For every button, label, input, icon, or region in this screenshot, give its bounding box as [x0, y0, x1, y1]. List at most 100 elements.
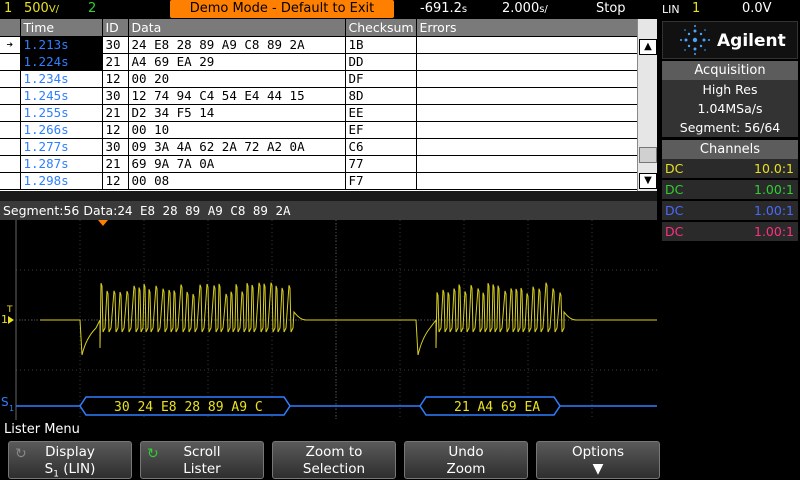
- id-cell: 12: [102, 70, 128, 87]
- channel-probe-ratio: 10.0:1: [754, 159, 794, 179]
- table-row[interactable]: 1.245s 30 12 74 94 C4 54 E4 44 15 8D: [0, 87, 637, 104]
- run-state[interactable]: Stop: [596, 1, 626, 16]
- status-bar: 1 500V/ 2 Demo Mode - Default to Exit -6…: [0, 0, 800, 18]
- table-row[interactable]: 1.277s 30 09 3A 4A 62 2A 72 A2 0A C6: [0, 138, 637, 155]
- checksum-column-header[interactable]: Checksum: [345, 19, 416, 36]
- table-row[interactable]: 1.287s 21 69 9A 7A 0A 77: [0, 155, 637, 172]
- time-offset-unit: s: [462, 4, 467, 15]
- time-cell: 1.266s: [20, 121, 102, 138]
- scroll-thumb[interactable]: [639, 147, 657, 163]
- checksum-cell: 77: [345, 155, 416, 172]
- id-column-header[interactable]: ID: [102, 19, 128, 36]
- softkey-3-line2: Selection: [273, 461, 395, 478]
- lister-header-row: Time ID Data Checksum Errors: [0, 19, 637, 36]
- softkey-5-arrow: ▼: [537, 461, 659, 478]
- table-row[interactable]: ➔ 1.213s 30 24 E8 28 89 A9 C8 89 2A 1B: [0, 36, 637, 53]
- table-row[interactable]: 1.298s 12 00 08 F7: [0, 172, 637, 189]
- brand-logo: Agilent: [662, 21, 798, 59]
- time-cell: 1.213s: [20, 36, 102, 53]
- softkey-2-line2: Lister: [141, 461, 263, 478]
- serial-bus-label: S: [1, 395, 9, 409]
- agilent-spark-icon: [675, 23, 715, 57]
- lister-table[interactable]: Time ID Data Checksum Errors ➔ 1.213s 30 24…: [0, 19, 657, 191]
- options-softkey[interactable]: Options ▼: [536, 441, 660, 479]
- trigger-type[interactable]: LIN: [662, 3, 680, 16]
- row-marker-cell: [0, 121, 20, 138]
- time-offset-value: -691.2: [420, 1, 462, 16]
- time-offset[interactable]: -691.2s: [420, 1, 467, 16]
- sample-rate: 1.04MSa/s: [662, 99, 798, 118]
- id-cell: 21: [102, 53, 128, 70]
- channel-probe-ratio: 1.00:1: [754, 201, 794, 221]
- data-cell: A4 69 EA 29: [128, 53, 345, 70]
- demo-mode-banner[interactable]: Demo Mode - Default to Exit: [170, 0, 394, 18]
- softkey-2-line1: Scroll: [141, 444, 263, 461]
- checksum-cell: EF: [345, 121, 416, 138]
- id-cell: 21: [102, 104, 128, 121]
- rotate-knob-icon: ↻: [147, 446, 159, 463]
- menu-title: Lister Menu: [0, 421, 800, 439]
- scroll-up-icon[interactable]: ▲: [639, 39, 657, 55]
- id-cell: 12: [102, 121, 128, 138]
- channel-probe-ratio: 1.00:1: [754, 222, 794, 242]
- lister-scrollbar[interactable]: ▲ ▼: [637, 19, 657, 191]
- channel-2-row[interactable]: DC 1.00:1: [662, 180, 798, 200]
- softkey-1-line2-main: S: [45, 461, 54, 477]
- softkey-1-line1: Display: [9, 444, 131, 461]
- errors-cell: [416, 104, 637, 121]
- scroll-down-icon[interactable]: ▼: [639, 173, 657, 189]
- table-row[interactable]: 1.224s 21 A4 69 EA 29 DD: [0, 53, 637, 70]
- row-marker-cell: [0, 172, 20, 189]
- channel1-scale[interactable]: 500V/: [24, 1, 59, 16]
- data-cell: 69 9A 7A 0A: [128, 155, 345, 172]
- data-cell: 00 10: [128, 121, 345, 138]
- channel-3-row[interactable]: DC 1.00:1: [662, 201, 798, 221]
- waveform-svg: 1 T S 1 30 24 E8 28 89 A9 C 21 A4 69 EA: [0, 220, 657, 420]
- time-scale[interactable]: 2.000s/: [502, 1, 548, 16]
- table-row[interactable]: 1.266s 12 00 10 EF: [0, 121, 637, 138]
- errors-cell: [416, 138, 637, 155]
- data-column-header[interactable]: Data: [128, 19, 345, 36]
- id-cell: 12: [102, 172, 128, 189]
- lister-divider: [0, 191, 657, 201]
- time-cell: 1.224s: [20, 53, 102, 70]
- undo-zoom-softkey[interactable]: Undo Zoom: [404, 441, 528, 479]
- trigger-position-icon[interactable]: [98, 220, 108, 226]
- time-column-header[interactable]: Time: [20, 19, 102, 36]
- checksum-cell: DF: [345, 70, 416, 87]
- channel-1-row[interactable]: DC 10.0:1: [662, 159, 798, 179]
- row-marker-cell: [0, 70, 20, 87]
- row-marker-cell: [0, 155, 20, 172]
- data-cell: 24 E8 28 89 A9 C8 89 2A: [128, 36, 345, 53]
- table-row[interactable]: 1.255s 21 D2 34 F5 14 EE: [0, 104, 637, 121]
- channel1-scale-value: 500: [24, 1, 49, 16]
- checksum-cell: DD: [345, 53, 416, 70]
- id-cell: 30: [102, 36, 128, 53]
- trigger-level-label[interactable]: T: [6, 305, 13, 315]
- channel-4-row[interactable]: DC 1.00:1: [662, 222, 798, 242]
- errors-column-header[interactable]: Errors: [416, 19, 637, 36]
- channel1-number[interactable]: 1: [4, 1, 12, 16]
- channel2-number[interactable]: 2: [88, 1, 96, 16]
- row-marker-cell: ➔: [0, 36, 20, 53]
- waveform-display[interactable]: 1 T S 1 30 24 E8 28 89 A9 C 21 A4 69 EA: [0, 220, 657, 420]
- table-row[interactable]: 1.234s 12 00 20 DF: [0, 70, 637, 87]
- channel-coupling: DC: [665, 180, 683, 200]
- down-arrow-icon: ▼: [593, 461, 604, 477]
- softkey-1-line2-tail: (LIN): [59, 461, 95, 477]
- display-serial-softkey[interactable]: ↻ Display S1 (LIN): [8, 441, 132, 479]
- zoom-to-selection-softkey[interactable]: Zoom to Selection: [272, 441, 396, 479]
- data-cell: 00 20: [128, 70, 345, 87]
- serial-bus-marker[interactable]: S 1: [1, 395, 14, 413]
- segment-bytes: 24 E8 28 89 A9 C8 89 2A: [117, 203, 290, 218]
- scroll-lister-softkey[interactable]: ↻ Scroll Lister: [140, 441, 264, 479]
- rotate-knob-icon: ↻: [15, 446, 27, 463]
- errors-cell: [416, 121, 637, 138]
- trigger-channel[interactable]: 1: [692, 1, 700, 16]
- checksum-cell: F7: [345, 172, 416, 189]
- row-marker-cell: [0, 53, 20, 70]
- trigger-level[interactable]: 0.0V: [742, 1, 772, 16]
- checksum-cell: EE: [345, 104, 416, 121]
- id-cell: 30: [102, 87, 128, 104]
- time-cell: 1.287s: [20, 155, 102, 172]
